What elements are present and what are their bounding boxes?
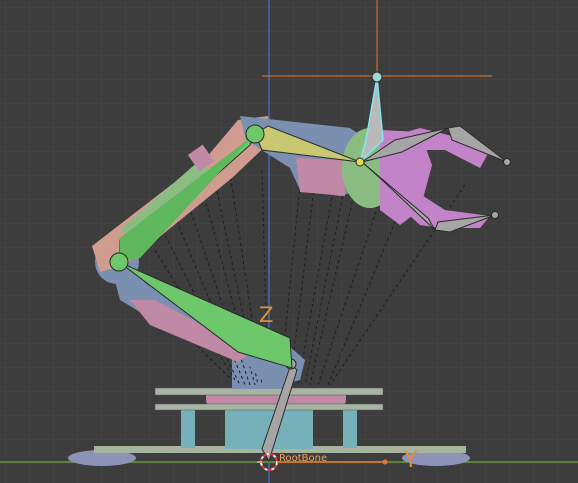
forearm-pink-block[interactable] [296,158,345,196]
ik-target-head[interactable] [371,71,383,83]
shoulder-bone-head[interactable] [245,124,265,144]
base-leg-left[interactable] [181,405,195,448]
gripper-joint-upper-tip[interactable] [503,158,511,166]
base-deck-bottom[interactable] [154,403,384,411]
3d-viewport[interactable] [0,0,578,483]
wrist-bone-head[interactable] [355,157,365,167]
y-axis-arrow-dot [382,459,388,465]
elbow-bone-head[interactable] [109,252,129,272]
gripper-joint-lower-tip[interactable] [491,211,499,219]
base-leg-right[interactable] [343,405,357,448]
base-deck-top[interactable] [154,387,384,396]
